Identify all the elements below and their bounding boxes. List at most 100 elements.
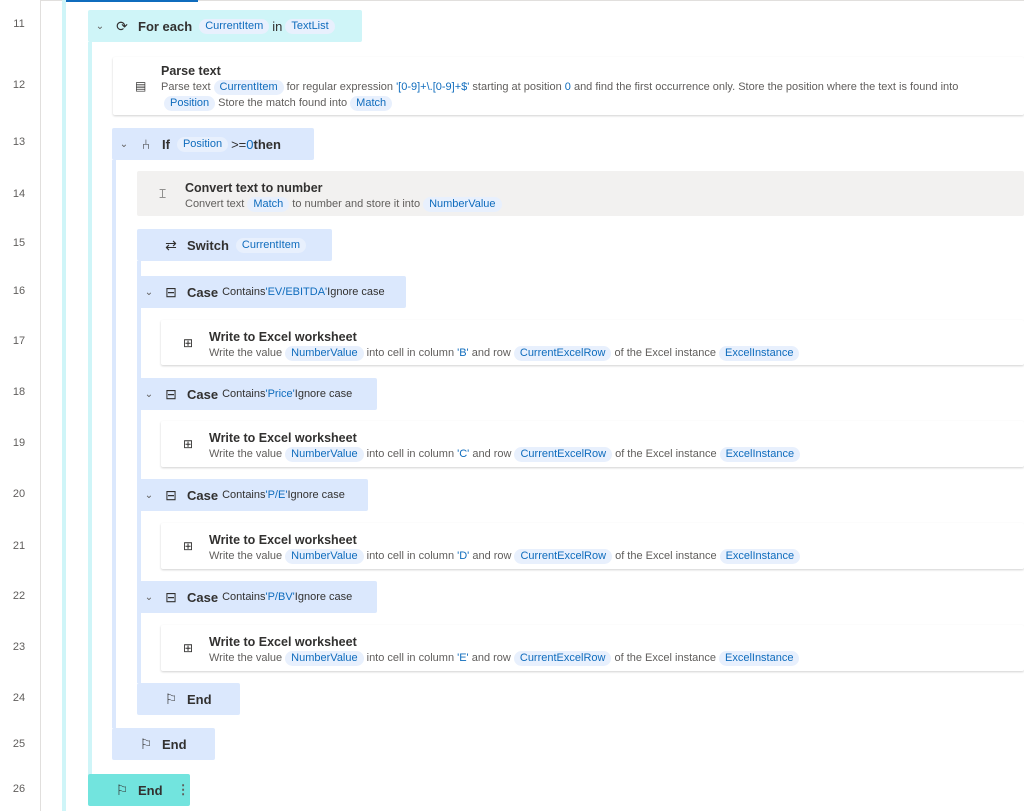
step-title: Write to Excel worksheet [209, 533, 357, 547]
for-each-step[interactable]: ⌄ ⟳ For each CurrentItem in TextList [88, 10, 362, 42]
chevron-down-icon[interactable]: ⌄ [116, 139, 132, 150]
case-step[interactable]: ⌄ ⊟ Case Contains 'P/BV' Ignore case [137, 581, 377, 613]
end-switch-step[interactable]: ⚐ End [137, 683, 240, 715]
variable-token[interactable]: NumberValue [285, 346, 364, 361]
step-title: End [138, 782, 163, 798]
write-excel-step[interactable]: ⊞ Write to Excel worksheet Write the value… [161, 320, 1024, 365]
excel-icon: ⊞ [183, 539, 194, 553]
excel-icon: ⊞ [183, 437, 194, 451]
step-body: Convert text to number Convert text Match t… [185, 181, 1014, 212]
literal-value: '[0-9]+\.[0-9]+$' [396, 81, 470, 93]
convert-number-icon: ⌶ [159, 186, 167, 200]
step-title: Case [187, 284, 219, 300]
text: of the Excel instance [614, 652, 716, 664]
line-number: 15 [12, 237, 26, 249]
variable-token[interactable]: NumberValue [285, 651, 364, 666]
text: Ignore case [294, 388, 353, 400]
if-step[interactable]: ⌄ ⑃ If Position >= 0 then [112, 128, 314, 160]
case-step[interactable]: ⌄ ⊟ Case Contains 'P/E' Ignore case [137, 479, 368, 511]
end-if-step[interactable]: ⚐ End [112, 728, 215, 760]
literal-value: 'B' [457, 347, 469, 359]
variable-token[interactable]: CurrentExcelRow [513, 346, 612, 361]
literal-value: 0 [246, 136, 254, 152]
variable-token[interactable]: Match [247, 197, 290, 212]
text: and row [468, 347, 511, 359]
variable-token[interactable]: CurrentExcelRow [514, 549, 613, 564]
line-number: 20 [12, 488, 26, 500]
text: Contains [222, 591, 266, 603]
variable-token[interactable]: Position [176, 136, 229, 152]
case-icon: ⊟ [165, 588, 177, 605]
variable-token[interactable]: Position [164, 96, 216, 111]
case-step[interactable]: ⌄ ⊟ Case Contains 'Price' Ignore case [137, 378, 377, 410]
chevron-down-icon[interactable]: ⌄ [141, 490, 157, 501]
variable-token[interactable]: NumberValue [285, 549, 364, 564]
write-excel-step[interactable]: ⊞ Write to Excel worksheet Write the value… [161, 625, 1024, 671]
line-number: 26 [12, 783, 26, 795]
step-body: Write to Excel worksheet Write the value N… [209, 533, 1014, 564]
line-number: 17 [12, 335, 26, 347]
chevron-down-icon[interactable]: ⌄ [141, 592, 157, 603]
switch-step[interactable]: ⇄ Switch CurrentItem [137, 229, 332, 261]
text: Write the value [209, 347, 283, 359]
step-description: Parse text CurrentItem for regular express… [161, 79, 1014, 111]
end-flag-icon: ⚐ [115, 781, 129, 798]
variable-token[interactable]: Match [350, 96, 393, 111]
convert-text-step[interactable]: ⌶ Convert text to number Convert text Match… [137, 171, 1024, 216]
variable-token[interactable]: CurrentExcelRow [513, 651, 612, 666]
variable-token[interactable]: CurrentItem [199, 18, 270, 34]
parse-text-icon: ▤ [135, 79, 147, 93]
line-number: 13 [12, 136, 26, 148]
text: Write the value [209, 550, 283, 562]
write-excel-step[interactable]: ⊞ Write to Excel worksheet Write the value… [161, 523, 1024, 569]
literal-value: 'C' [457, 448, 470, 460]
variable-token[interactable]: NumberValue [423, 197, 502, 212]
variable-token[interactable]: ExcelInstance [719, 549, 801, 564]
text: in [272, 18, 283, 34]
text: into cell in column [366, 550, 458, 562]
write-excel-step[interactable]: ⊞ Write to Excel worksheet Write the value… [161, 421, 1024, 467]
step-title: For each [138, 18, 193, 34]
text: Ignore case [294, 591, 353, 603]
variable-token[interactable]: CurrentItem [213, 80, 284, 95]
text: into cell in column [366, 448, 458, 460]
text: Ignore case [327, 286, 385, 298]
variable-token[interactable]: ExcelInstance [718, 346, 800, 361]
step-title: Write to Excel worksheet [209, 431, 357, 445]
text: to number and store it into [292, 198, 421, 210]
variable-token[interactable]: ExcelInstance [718, 651, 800, 666]
if-scope-bar [112, 160, 116, 728]
variable-token[interactable]: CurrentItem [235, 237, 306, 253]
foreach-scope-bar [88, 42, 92, 775]
literal-value: 'EV/EBITDA' [265, 286, 328, 298]
text: and find the first occurrence only. Stor… [570, 81, 959, 93]
text: and row [469, 448, 512, 460]
line-number: 23 [12, 641, 26, 653]
variable-token[interactable]: NumberValue [285, 447, 364, 462]
more-options-icon[interactable]: ⋮ [177, 782, 190, 798]
text: >= [231, 136, 247, 152]
chevron-down-icon[interactable]: ⌄ [141, 287, 157, 298]
parse-text-step[interactable]: ▤ Parse text Parse text CurrentItem for regu… [113, 57, 1024, 115]
step-description: Write the value NumberValue into cell in c… [209, 650, 1014, 666]
case-step[interactable]: ⌄ ⊟ Case Contains 'EV/EBITDA' Ignore case [137, 276, 406, 308]
step-title: Write to Excel worksheet [209, 635, 357, 649]
end-flag-icon: ⚐ [139, 735, 153, 752]
case-icon: ⊟ [165, 283, 177, 300]
text: Parse text [161, 81, 211, 93]
text: Write the value [209, 448, 283, 460]
chevron-down-icon[interactable]: ⌄ [141, 389, 157, 400]
step-description: Write the value NumberValue into cell in c… [209, 446, 1014, 462]
variable-token[interactable]: TextList [285, 18, 335, 34]
step-title: Case [187, 487, 219, 503]
text: into cell in column [366, 652, 458, 664]
step-title: End [187, 691, 212, 707]
variable-token[interactable]: CurrentExcelRow [514, 447, 613, 462]
literal-value: 'P/BV' [265, 591, 295, 603]
chevron-down-icon[interactable]: ⌄ [92, 21, 108, 32]
text: Convert text [185, 198, 245, 210]
variable-token[interactable]: ExcelInstance [719, 447, 801, 462]
text: of the Excel instance [615, 448, 717, 460]
end-foreach-step[interactable]: ⚐ End ⋮ [88, 774, 190, 806]
line-number: 24 [12, 692, 26, 704]
